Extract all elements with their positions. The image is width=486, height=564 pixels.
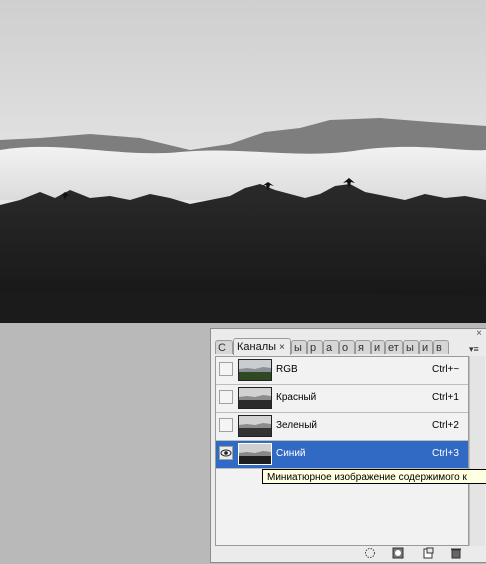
- panel-footer: [211, 544, 486, 564]
- thumbnail-tooltip: Миниатюрное изображение содержимого к: [262, 469, 486, 484]
- tab-collapsed-2[interactable]: ы: [291, 340, 307, 354]
- channels-panel: × С Каналы × ы р а о я и ет ы и в ▾≡ RGB …: [210, 328, 486, 563]
- trash-icon[interactable]: [449, 547, 463, 561]
- tab-collapsed-9[interactable]: ы: [403, 340, 419, 354]
- tab-channels-label: Каналы: [237, 341, 277, 353]
- channel-row-green[interactable]: Зеленый Ctrl+2: [216, 413, 468, 441]
- visibility-toggle[interactable]: [219, 390, 233, 404]
- save-selection-icon[interactable]: [391, 547, 405, 561]
- channel-shortcut: Ctrl+~: [432, 364, 460, 375]
- channel-name: RGB: [276, 364, 298, 375]
- channel-shortcut: Ctrl+3: [432, 448, 459, 459]
- channel-name: Красный: [276, 392, 317, 403]
- channel-thumbnail[interactable]: [238, 443, 272, 465]
- panel-close-button[interactable]: ×: [476, 329, 482, 339]
- tab-collapsed-6[interactable]: я: [355, 340, 371, 354]
- channel-shortcut: Ctrl+1: [432, 392, 459, 403]
- eye-icon: [220, 449, 232, 457]
- canvas-image: [0, 0, 486, 323]
- load-selection-icon[interactable]: [363, 547, 377, 561]
- channel-name: Синий: [276, 448, 306, 459]
- document-canvas[interactable]: [0, 0, 486, 323]
- panel-menu-button[interactable]: ▾≡: [469, 344, 483, 354]
- panel-title-bar[interactable]: ×: [211, 329, 486, 339]
- channel-thumbnail[interactable]: [238, 387, 272, 409]
- channel-thumbnail[interactable]: [238, 415, 272, 437]
- new-channel-icon[interactable]: [421, 547, 435, 561]
- channel-row-rgb[interactable]: RGB Ctrl+~: [216, 357, 468, 385]
- tab-collapsed-5[interactable]: о: [339, 340, 355, 354]
- tab-collapsed-11[interactable]: в: [433, 340, 449, 354]
- channel-list: RGB Ctrl+~ Красный Ctrl+1 Зеленый Ctrl+2: [215, 356, 469, 546]
- channel-shortcut: Ctrl+2: [432, 420, 459, 431]
- channel-row-red[interactable]: Красный Ctrl+1: [216, 385, 468, 413]
- tab-collapsed-8[interactable]: ет: [385, 340, 403, 354]
- visibility-toggle[interactable]: [219, 418, 233, 432]
- tab-collapsed-7[interactable]: и: [371, 340, 385, 354]
- visibility-toggle[interactable]: [219, 446, 233, 460]
- channel-name: Зеленый: [276, 420, 317, 431]
- tab-collapsed-3[interactable]: р: [307, 340, 323, 354]
- channel-thumbnail[interactable]: [238, 359, 272, 381]
- tab-channels[interactable]: Каналы ×: [233, 338, 291, 355]
- channel-list-scrollbar[interactable]: [469, 356, 485, 546]
- channel-row-blue[interactable]: Синий Ctrl+3: [216, 441, 468, 469]
- visibility-toggle[interactable]: [219, 362, 233, 376]
- tab-close-icon[interactable]: ×: [279, 342, 285, 353]
- tab-collapsed-10[interactable]: и: [419, 340, 433, 354]
- panel-tab-bar: С Каналы × ы р а о я и ет ы и в: [215, 338, 477, 355]
- tab-collapsed-1[interactable]: С: [215, 340, 233, 354]
- tab-collapsed-4[interactable]: а: [323, 340, 339, 354]
